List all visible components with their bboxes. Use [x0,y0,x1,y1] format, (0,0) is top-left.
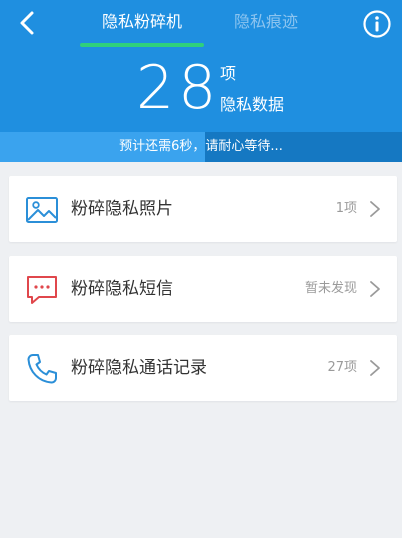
shred-messages-item[interactable]: 粉碎隐私短信 暂未发现 [9,256,397,322]
back-arrow-icon[interactable] [14,9,42,37]
phone-icon [27,354,57,384]
item-title: 粉碎隐私照片 [71,199,173,219]
shred-photos-item[interactable]: 粉碎隐私照片 1项 [9,176,397,242]
info-circle-icon[interactable] [362,9,392,39]
chevron-right-icon [370,360,380,376]
scan-progress-bar: 预计还需6秒，请耐心等待... [0,132,402,162]
active-tab-indicator [80,43,204,47]
privacy-count: 28 [136,53,221,123]
item-title: 粉碎隐私短信 [71,279,173,299]
top-bar: 隐私粉碎机 隐私痕迹 [0,0,402,48]
item-title: 粉碎隐私通话记录 [71,358,207,378]
chevron-right-icon [370,201,380,217]
item-status: 暂未发现 [304,281,357,296]
progress-text: 预计还需6秒，请耐心等待... [119,139,283,154]
tab-privacy-traces[interactable]: 隐私痕迹 [214,11,318,33]
picture-icon [26,197,58,223]
shred-call-logs-item[interactable]: 粉碎隐私通话记录 27项 [9,335,397,401]
header: 隐私粉碎机 隐私痕迹 28 项 隐私数据 预计还需6秒，请耐心等待... [0,0,402,162]
chevron-right-icon [370,281,380,297]
item-status: 1项 [335,201,357,216]
tab-privacy-shredder[interactable]: 隐私粉碎机 [90,11,194,33]
message-icon [27,276,57,304]
count-label: 隐私数据 [220,95,285,114]
count-unit: 项 [220,64,237,83]
item-status: 27项 [327,360,357,375]
